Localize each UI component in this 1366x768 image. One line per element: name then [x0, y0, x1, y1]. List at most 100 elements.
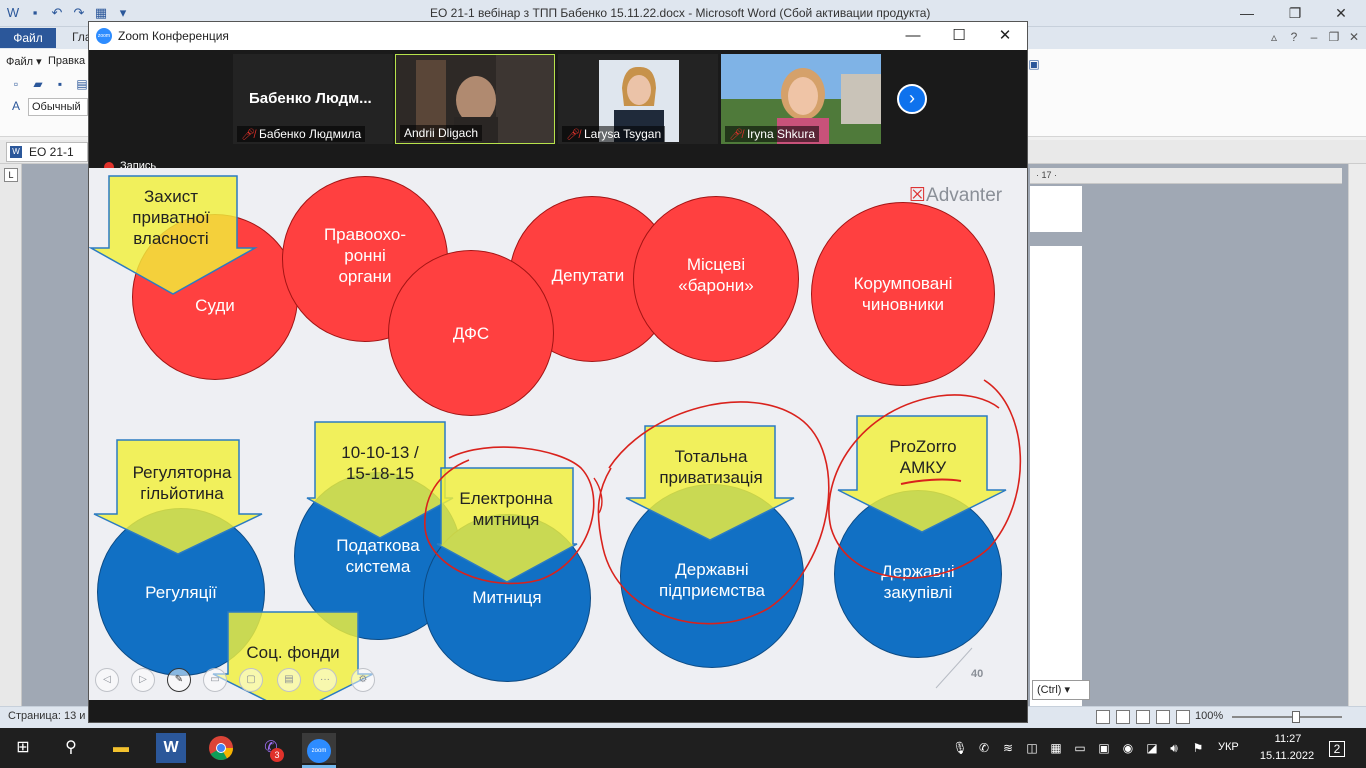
participant-label: Andrii Dligach [400, 125, 483, 141]
viber-tray-icon[interactable]: ✆ [976, 740, 992, 756]
participant-label: 🎤︎̸ Бабенко Людмила [237, 126, 366, 142]
page-indicator[interactable]: Страница: 13 и [8, 710, 85, 722]
clock-date[interactable]: 15.11.2022 [1252, 750, 1322, 762]
settings-icon[interactable]: ⚙ [351, 668, 375, 692]
word-taskbar-icon[interactable]: W [156, 733, 186, 763]
tray-flag-icon[interactable]: ⚑ [1190, 740, 1206, 756]
participant-name: Iryna Shkura [746, 127, 816, 141]
word-doc-icon: W [10, 146, 22, 158]
chrome-logo [209, 736, 233, 761]
mic-muted-icon: 🎤︎̸ [566, 129, 580, 141]
zoom-maximize-button[interactable]: ☐ [936, 22, 982, 50]
prev-slide-icon[interactable]: ◁ [95, 668, 119, 692]
word-minimize-button[interactable]: — [1224, 0, 1270, 27]
zoom-taskbar-icon[interactable]: zoom [302, 733, 336, 763]
save-ribbon-icon[interactable]: ▪ [52, 76, 68, 92]
clock-time[interactable]: 11:27 [1262, 733, 1314, 745]
participant-tile[interactable]: 🎤︎̸ Iryna Shkura [721, 54, 881, 144]
tray-app-icon[interactable]: ◫ [1024, 740, 1040, 756]
screen-icon[interactable]: ◪ [1144, 740, 1160, 756]
zoom-window-title: Zoom Конференция [118, 29, 229, 43]
battery-icon[interactable]: ▭ [1072, 740, 1088, 756]
next-page-button[interactable]: › [897, 84, 927, 114]
doc-restore-icon[interactable]: ❐ [1326, 28, 1342, 46]
redo-icon[interactable]: ↷ [70, 4, 88, 22]
windows-taskbar [0, 728, 1366, 768]
zoom-slider-thumb[interactable] [1292, 711, 1300, 723]
ink-underline-amku [900, 478, 962, 485]
mic-muted-icon: 🎤︎̸ [241, 129, 255, 141]
participant-tile[interactable]: Бабенко Людм... 🎤︎̸ Бабенко Людмила [233, 54, 393, 144]
windows-start-icon[interactable]: ⊞ [8, 733, 38, 763]
participant-label: 🎤︎̸ Larysa Tsygan [562, 126, 666, 142]
ink-annotations [424, 379, 1022, 625]
zoom-tray-icon[interactable]: ◉ [1120, 740, 1136, 756]
menu-file[interactable]: Файл ▾ [6, 55, 42, 68]
customize-qat-icon[interactable]: ▾ [114, 4, 132, 22]
open-folder-icon[interactable]: ▰ [30, 76, 46, 92]
mic-muted-icon: 🎤︎̸ [729, 129, 743, 141]
file-explorer-icon[interactable]: ▬ [106, 733, 136, 763]
vertical-scrollbar[interactable] [1348, 164, 1366, 706]
tab-stop-selector[interactable]: L [4, 168, 18, 182]
viber-badge: 3 [270, 748, 284, 762]
print-layout-icon[interactable] [1096, 710, 1110, 724]
zoom-close-button[interactable]: ✕ [982, 22, 1028, 50]
horizontal-ruler [1030, 168, 1342, 184]
zoom-titlebar [89, 22, 1027, 50]
table-icon[interactable]: ▦ [92, 4, 110, 22]
zoom-app-icon: zoom [307, 739, 331, 763]
ink-circle-customs [424, 446, 595, 585]
undo-icon[interactable]: ↶ [48, 4, 66, 22]
reading-view-icon[interactable] [1116, 710, 1130, 724]
display-icon[interactable]: ▣ [1096, 740, 1112, 756]
file-tab[interactable]: Файл [0, 28, 56, 48]
next-slide-icon[interactable]: ▷ [131, 668, 155, 692]
shared-slide: ☒Advanter Суди Правоохо- ронні органи Де… [89, 168, 1027, 700]
paste-options-button[interactable]: (Ctrl) ▾ [1032, 680, 1090, 700]
doc-close-icon[interactable]: ✕ [1346, 28, 1362, 46]
tray-app-icon[interactable]: ▦ [1048, 740, 1064, 756]
web-layout-icon[interactable] [1136, 710, 1150, 724]
slides-icon[interactable]: ▭ [203, 668, 227, 692]
network-icon[interactable]: ≋ [1000, 740, 1016, 756]
participant-label: 🎤︎̸ Iryna Shkura [725, 126, 820, 142]
help-icon[interactable]: ? [1286, 28, 1302, 46]
participant-tile-active[interactable]: Andrii Dligach [395, 54, 555, 144]
microphone-icon[interactable]: 🎙︎ [952, 740, 968, 756]
style-selector[interactable]: Обычный [28, 98, 88, 116]
collapse-ribbon-icon[interactable]: ▵ [1266, 28, 1282, 46]
ribbon-right-icon[interactable]: ▣ [1026, 56, 1042, 72]
participant-tile[interactable]: 🎤︎̸ Larysa Tsygan [558, 54, 718, 144]
word-restore-button[interactable]: ❐ [1272, 0, 1318, 27]
styles-icon[interactable]: A [8, 98, 24, 114]
draft-view-icon[interactable] [1176, 710, 1190, 724]
new-doc-icon[interactable]: ▫ [8, 76, 24, 92]
ruler-number: · 17 · [1036, 170, 1058, 180]
doc-minimize-icon[interactable]: – [1306, 28, 1322, 46]
notification-center-icon[interactable]: 2 [1326, 738, 1348, 760]
word-close-button[interactable]: ✕ [1318, 0, 1364, 27]
language-indicator[interactable]: УКР [1218, 741, 1239, 753]
participant-display-name: Бабенко Людм... [249, 90, 372, 107]
zoom-logo-icon: zoom [96, 28, 112, 44]
search-icon[interactable]: ⚲ [56, 733, 86, 763]
ink-circle-prozorro [828, 379, 1022, 579]
ink-circle-privatization [597, 401, 830, 625]
zoom-slider[interactable] [1232, 716, 1342, 718]
document-page[interactable] [1030, 246, 1082, 706]
menu-edit[interactable]: Правка [48, 55, 85, 67]
more-options-icon[interactable]: ··· [313, 668, 337, 692]
notes-icon[interactable]: ▤ [277, 668, 301, 692]
zoom-level[interactable]: 100% [1195, 710, 1223, 722]
save-icon[interactable]: ▪ [26, 4, 44, 22]
volume-icon[interactable]: 🔊︎ [1166, 740, 1182, 756]
outline-view-icon[interactable] [1156, 710, 1170, 724]
chrome-icon[interactable] [206, 733, 236, 763]
zoom-minimize-button[interactable]: — [890, 22, 936, 50]
notification-count: 2 [1328, 741, 1346, 757]
document-page[interactable] [1030, 186, 1082, 232]
word-window-title: ЕО 21-1 вебінар з ТПП Бабенко 15.11.22.d… [430, 6, 931, 20]
video-icon[interactable]: ▢ [239, 668, 263, 692]
pen-icon[interactable]: ✎ [167, 668, 191, 692]
